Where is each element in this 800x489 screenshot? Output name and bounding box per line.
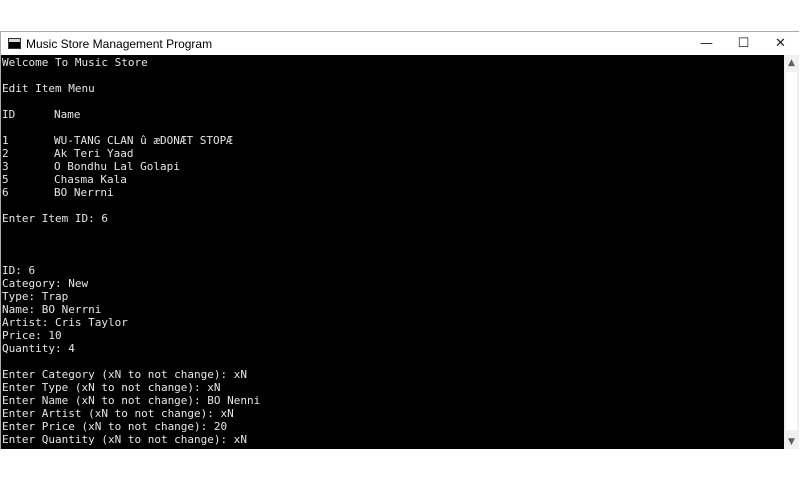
maximize-button[interactable]: ☐ — [725, 32, 762, 55]
detail-category: Category: New — [2, 277, 89, 290]
window-title: Music Store Management Program — [26, 36, 213, 51]
row-name: O Bondhu Lal Golapi — [54, 160, 180, 173]
table-row: 1 WU-TANG CLAN û æDONÆT STOPÆ — [2, 134, 784, 147]
scroll-thumb[interactable] — [786, 72, 797, 430]
row-name: Ak Teri Yaad — [54, 147, 134, 160]
row-id: 3 — [2, 160, 9, 173]
minimize-button[interactable]: — — [688, 32, 725, 55]
row-name: BO Nerrni — [54, 186, 114, 199]
detail-quantity: Quantity: 4 — [2, 342, 75, 355]
prompt-artist: Enter Artist (xN to not change): xN — [2, 407, 234, 420]
enter-id-line: Enter Item ID: 6 — [2, 212, 108, 225]
header-id: ID — [2, 108, 16, 121]
row-name: Chasma Kala — [54, 173, 127, 186]
table-header: ID Name — [2, 108, 784, 121]
detail-type: Type: Trap — [2, 290, 69, 303]
table-row: 5 Chasma Kala — [2, 173, 784, 186]
detail-artist: Artist: Cris Taylor — [2, 316, 128, 329]
prompt-price: Enter Price (xN to not change): 20 — [2, 420, 228, 433]
welcome-line: Welcome To Music Store — [2, 56, 148, 69]
window-controls: — ☐ ✕ — [688, 32, 799, 55]
row-id: 1 — [2, 134, 9, 147]
console-app-icon — [8, 38, 21, 49]
table-row: 3 O Bondhu Lal Golapi — [2, 160, 784, 173]
console-window: Music Store Management Program — ☐ ✕ Wel… — [0, 31, 799, 449]
table-row: 2 Ak Teri Yaad — [2, 147, 784, 160]
prompt-category: Enter Category (xN to not change): xN — [2, 368, 248, 381]
row-id: 6 — [2, 186, 9, 199]
chevron-up-icon[interactable]: ▲ — [784, 55, 799, 70]
close-button[interactable]: ✕ — [762, 32, 799, 55]
menu-title-line: Edit Item Menu — [2, 82, 95, 95]
detail-id: ID: 6 — [2, 264, 36, 277]
row-id: 5 — [2, 173, 9, 186]
title-bar[interactable]: Music Store Management Program — ☐ ✕ — [1, 32, 799, 55]
prompt-name: Enter Name (xN to not change): BO Nenni — [2, 394, 261, 407]
header-name: Name — [54, 108, 81, 121]
detail-price: Price: 10 — [2, 329, 62, 342]
console-output[interactable]: Welcome To Music Store Edit Item Menu ID… — [1, 55, 784, 449]
row-name: WU-TANG CLAN û æDONÆT STOPÆ — [54, 134, 233, 147]
prompt-quantity: Enter Quantity (xN to not change): xN — [2, 433, 248, 446]
chevron-down-icon[interactable]: ▼ — [784, 434, 799, 449]
row-id: 2 — [2, 147, 9, 160]
detail-name: Name: BO Nerrni — [2, 303, 102, 316]
vertical-scrollbar[interactable]: ▲ ▼ — [784, 55, 799, 449]
prompt-type: Enter Type (xN to not change): xN — [2, 381, 221, 394]
table-row: 6 BO Nerrni — [2, 186, 784, 199]
